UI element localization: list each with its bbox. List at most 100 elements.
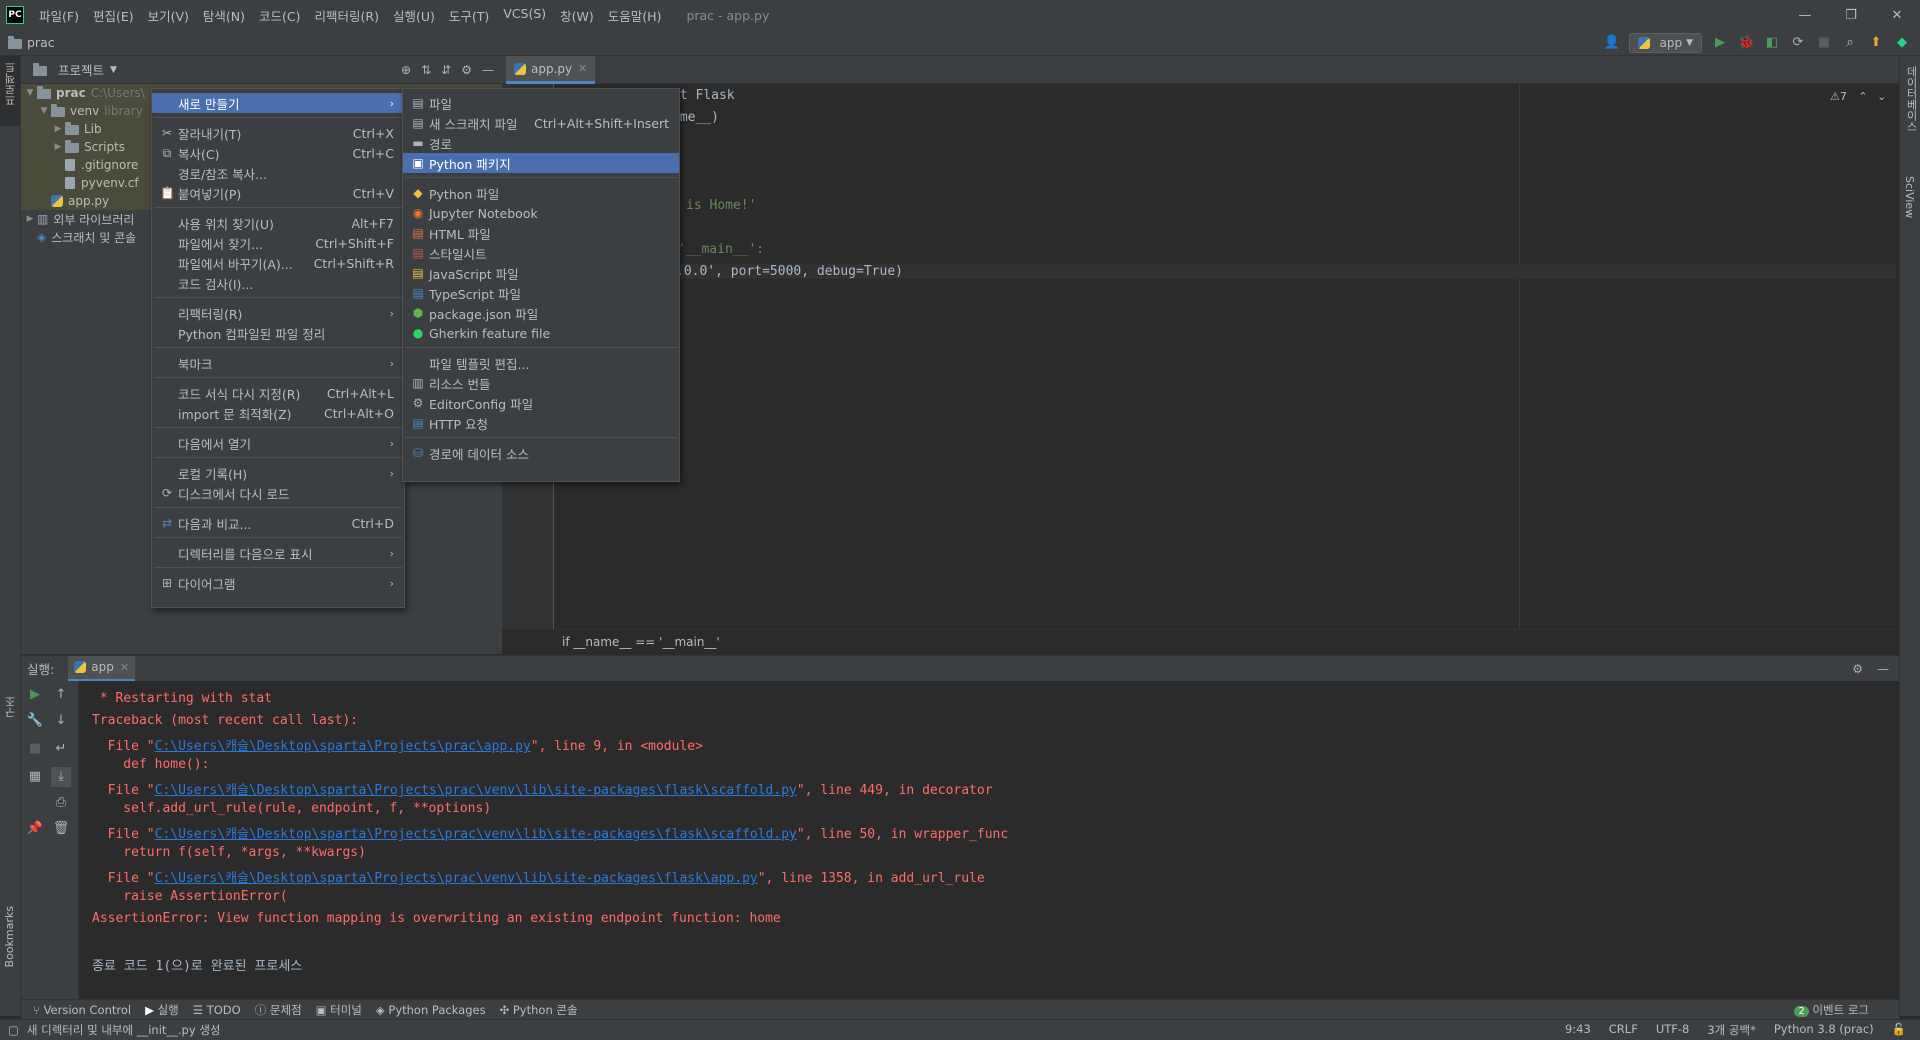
menu-navigate[interactable]: 탐색(N) bbox=[196, 6, 252, 25]
trash-icon[interactable]: 🗑 bbox=[51, 819, 71, 839]
scroll-to-end-icon[interactable]: ⤓ bbox=[51, 767, 71, 787]
menu-item-inspect-code[interactable]: 코드 검사(I)... bbox=[152, 273, 404, 293]
status-toggle-icon[interactable]: ▢ bbox=[8, 1023, 19, 1037]
menu-item-mark-directory[interactable]: 디렉터리를 다음으로 표시 › bbox=[152, 543, 404, 563]
menu-item-optimize-imports[interactable]: import 문 최적화(Z) Ctrl+Alt+O bbox=[152, 403, 404, 423]
arrow-up-icon[interactable]: ↑ bbox=[51, 685, 71, 705]
menu-item-new[interactable]: 새로 만들기 › bbox=[152, 93, 404, 113]
nav-breadcrumb[interactable]: prac bbox=[0, 35, 55, 50]
new-item-scratch-file[interactable]: ▤ 새 스크래치 파일 Ctrl+Alt+Shift+Insert bbox=[403, 113, 679, 133]
tab-app-py[interactable]: app.py ✕ bbox=[506, 56, 596, 84]
new-item-stylesheet[interactable]: ▤ 스타일시트 bbox=[403, 243, 679, 263]
close-tab-icon[interactable]: ✕ bbox=[120, 661, 129, 674]
menu-window[interactable]: 창(W) bbox=[553, 6, 601, 25]
editor-breadcrumb[interactable]: if __name__ == '__main__' bbox=[554, 629, 1899, 654]
run-config-select[interactable]: app ▼ bbox=[1629, 32, 1702, 53]
project-tool-tab[interactable]: 프로젝트 bbox=[3, 62, 19, 106]
new-item-file[interactable]: ▤ 파일 bbox=[403, 93, 679, 113]
chevron-up-icon[interactable]: ⌃ bbox=[1858, 90, 1867, 103]
position-indicator[interactable]: 9:43 bbox=[1565, 1022, 1591, 1038]
stop-icon[interactable]: ■ bbox=[25, 739, 45, 759]
new-item-directory[interactable]: ▬ 경로 bbox=[403, 133, 679, 153]
debug-icon[interactable]: 🐞 bbox=[1738, 35, 1754, 51]
menu-refactor[interactable]: 리팩터링(R) bbox=[308, 6, 386, 25]
menu-item-copy[interactable]: ⧉ 복사(C) Ctrl+C bbox=[152, 143, 404, 163]
run-tab-app[interactable]: app ✕ bbox=[68, 655, 136, 682]
restore-button[interactable]: ❐ bbox=[1828, 8, 1874, 23]
new-item-editorconfig[interactable]: ⚙ EditorConfig 파일 bbox=[403, 393, 679, 413]
locate-icon[interactable]: ⊕ bbox=[401, 63, 411, 77]
tool-tab-python-console[interactable]: ✣ Python 콘솔 bbox=[500, 1002, 578, 1018]
menu-item-paste[interactable]: 📋 붙여넣기(P) Ctrl+V bbox=[152, 183, 404, 203]
interpreter[interactable]: Python 3.8 (prac) bbox=[1774, 1022, 1874, 1038]
rerun-icon[interactable]: ▶ bbox=[25, 685, 45, 705]
menu-view[interactable]: 보기(V) bbox=[141, 6, 196, 25]
gear-icon[interactable]: ⚙ bbox=[1852, 662, 1863, 676]
menu-run[interactable]: 실행(U) bbox=[386, 6, 442, 25]
layout-icon[interactable]: ▦ bbox=[25, 767, 45, 787]
traceback-link[interactable]: C:\Users\캐슬\Desktop\sparta\Projects\prac… bbox=[155, 739, 531, 754]
new-item-package-json[interactable]: ⬢ package.json 파일 bbox=[403, 303, 679, 323]
menu-edit[interactable]: 편집(E) bbox=[86, 6, 141, 25]
stop-icon[interactable]: ■ bbox=[1816, 35, 1832, 51]
database-tool-tab[interactable]: 데이터베이스 bbox=[1903, 66, 1919, 132]
close-window-button[interactable]: ✕ bbox=[1874, 8, 1920, 23]
menu-item-open-in[interactable]: 다음에서 열기 › bbox=[152, 433, 404, 453]
update-icon[interactable]: ⬆ bbox=[1868, 35, 1884, 51]
menu-help[interactable]: 도움말(H) bbox=[601, 6, 669, 25]
menu-item-bookmarks[interactable]: 북마크 › bbox=[152, 353, 404, 373]
chevron-down-icon[interactable]: ⌄ bbox=[1877, 90, 1886, 103]
print-icon[interactable]: ⎙ bbox=[51, 793, 71, 813]
user-icon[interactable]: 👤 bbox=[1603, 35, 1619, 51]
new-item-python-file[interactable]: ◆ Python 파일 bbox=[403, 183, 679, 203]
traceback-link[interactable]: C:\Users\캐슬\Desktop\sparta\Projects\prac… bbox=[155, 871, 758, 886]
toolbox-icon[interactable]: ◆ bbox=[1894, 35, 1910, 51]
traceback-link[interactable]: C:\Users\캐슬\Desktop\sparta\Projects\prac… bbox=[155, 827, 797, 842]
lock-icon[interactable]: 🔓 bbox=[1892, 1022, 1906, 1038]
menu-item-diagrams[interactable]: ⊞ 다이어그램 › bbox=[152, 573, 404, 593]
minimize-button[interactable]: — bbox=[1782, 8, 1828, 23]
tool-tab-todo[interactable]: ☰ TODO bbox=[193, 1003, 241, 1017]
hide-icon[interactable]: — bbox=[482, 63, 494, 77]
project-panel-title[interactable]: 프로젝트 bbox=[58, 60, 104, 79]
menu-item-cut[interactable]: ✂ 잘라내기(T) Ctrl+X bbox=[152, 123, 404, 143]
menu-item-refactor[interactable]: 리팩터링(R) › bbox=[152, 303, 404, 323]
code-editor[interactable] bbox=[502, 84, 1899, 629]
run-console[interactable]: * Restarting with stat Traceback (most r… bbox=[79, 681, 1899, 999]
new-item-jupyter-notebook[interactable]: ◉ Jupyter Notebook bbox=[403, 203, 679, 223]
menu-code[interactable]: 코드(C) bbox=[252, 6, 307, 25]
line-separator[interactable]: CRLF bbox=[1609, 1022, 1638, 1038]
menu-item-compare-with[interactable]: ⇄ 다음과 비교... Ctrl+D bbox=[152, 513, 404, 533]
tool-tab-run[interactable]: ▶ 실행 bbox=[145, 1002, 179, 1018]
bookmarks-tool-tab[interactable]: Bookmarks bbox=[3, 906, 16, 967]
new-item-python-package[interactable]: ▣ Python 패키지 bbox=[403, 153, 679, 173]
menu-item-clean-compiled[interactable]: Python 컴파일된 파일 정리 bbox=[152, 323, 404, 343]
menu-item-copy-path[interactable]: 경로/참조 복사... bbox=[152, 163, 404, 183]
new-item-data-source[interactable]: ⛁ 경로에 데이터 소스 bbox=[403, 443, 679, 463]
tool-tab-version-control[interactable]: ⑂ Version Control bbox=[33, 1003, 131, 1017]
menu-item-reformat-code[interactable]: 코드 서식 다시 지정(R) Ctrl+Alt+L bbox=[152, 383, 404, 403]
menu-item-reload-from-disk[interactable]: ⟳ 디스크에서 다시 로드 bbox=[152, 483, 404, 503]
structure-tool-tab[interactable]: 구조 bbox=[3, 696, 19, 718]
gear-icon[interactable]: ⚙ bbox=[461, 63, 472, 77]
coverage-icon[interactable]: ◧ bbox=[1764, 35, 1780, 51]
pin-icon[interactable]: 📌 bbox=[25, 819, 45, 839]
close-tab-icon[interactable]: ✕ bbox=[578, 62, 587, 75]
event-log-button[interactable]: 2 이벤트 로그 bbox=[1794, 1002, 1899, 1018]
menu-item-replace-in-files[interactable]: 파일에서 바꾸기(A)... Ctrl+Shift+R bbox=[152, 253, 404, 273]
menu-vcs[interactable]: VCS(S) bbox=[496, 6, 553, 25]
new-item-html-file[interactable]: ▤ HTML 파일 bbox=[403, 223, 679, 243]
new-item-http-request[interactable]: ▤ HTTP 요청 bbox=[403, 413, 679, 433]
new-item-resource-bundle[interactable]: ▥ 리소스 번들 bbox=[403, 373, 679, 393]
menu-tools[interactable]: 도구(T) bbox=[442, 6, 496, 25]
sciview-tool-tab[interactable]: SciView bbox=[1903, 176, 1916, 218]
indent-setting[interactable]: 3개 공백* bbox=[1707, 1022, 1755, 1038]
menu-item-local-history[interactable]: 로컬 기록(H) › bbox=[152, 463, 404, 483]
traceback-link[interactable]: C:\Users\캐슬\Desktop\sparta\Projects\prac… bbox=[155, 783, 797, 798]
search-icon[interactable]: ⌕ bbox=[1842, 35, 1858, 51]
new-item-javascript-file[interactable]: ▤ JavaScript 파일 bbox=[403, 263, 679, 283]
menu-item-find-in-files[interactable]: 파일에서 찾기... Ctrl+Shift+F bbox=[152, 233, 404, 253]
menu-item-find-usages[interactable]: 사용 위치 찾기(U) Alt+F7 bbox=[152, 213, 404, 233]
soft-wrap-icon[interactable]: ↵ bbox=[51, 739, 71, 759]
encoding[interactable]: UTF-8 bbox=[1656, 1022, 1690, 1038]
